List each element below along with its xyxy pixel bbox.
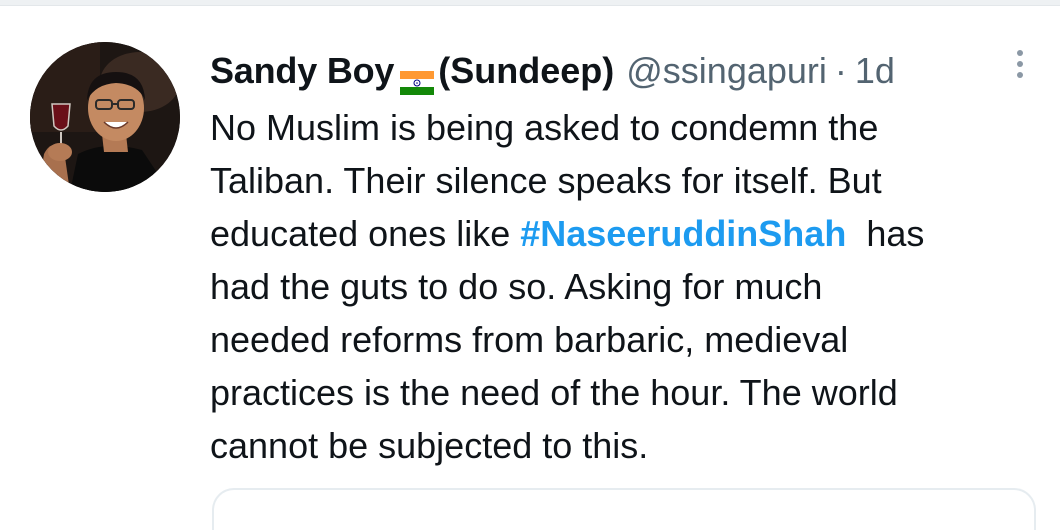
tweet-text-line: No Muslim is being asked to condemn the [210, 107, 879, 148]
tweet[interactable]: Sandy Boy (Sundeep) @ssingapuri · 1d No … [0, 6, 1060, 530]
profile-avatar[interactable] [30, 42, 180, 192]
tweet-text-line: needed reforms from barbaric, medieval [210, 319, 849, 360]
tweet-text-segment: educated ones like [210, 213, 521, 254]
tweet-text-line: educated ones like #NaseeruddinShah has [210, 207, 1040, 260]
quoted-card-edge[interactable] [212, 488, 1036, 530]
tweet-text: No Muslim is being asked to condemn the … [210, 101, 1040, 472]
tweet-text-line: cannot be subjected to this. [210, 425, 649, 466]
tweet-header: Sandy Boy (Sundeep) @ssingapuri · 1d [210, 46, 895, 96]
more-dot [1017, 72, 1023, 78]
tweet-text-line: had the guts to do so. Asking for much [210, 266, 823, 307]
tweet-text-line: Taliban. Their silence speaks for itself… [210, 160, 882, 201]
display-name[interactable]: Sandy Boy [210, 46, 394, 96]
more-dot [1017, 50, 1023, 56]
user-handle[interactable]: @ssingapuri [626, 46, 827, 96]
hashtag-link[interactable]: #NaseeruddinShah [520, 213, 846, 254]
more-vertical-icon[interactable] [1008, 46, 1032, 88]
india-flag-icon [400, 58, 435, 95]
display-name-suffix[interactable]: (Sundeep) [438, 46, 614, 96]
tweet-timestamp[interactable]: 1d [855, 46, 895, 96]
tweet-text-line: practices is the need of the hour. The w… [210, 372, 898, 413]
header-separator: · [834, 50, 847, 91]
more-dot [1017, 61, 1023, 67]
avatar-image [30, 42, 180, 192]
tweet-text-segment: has [846, 213, 925, 254]
